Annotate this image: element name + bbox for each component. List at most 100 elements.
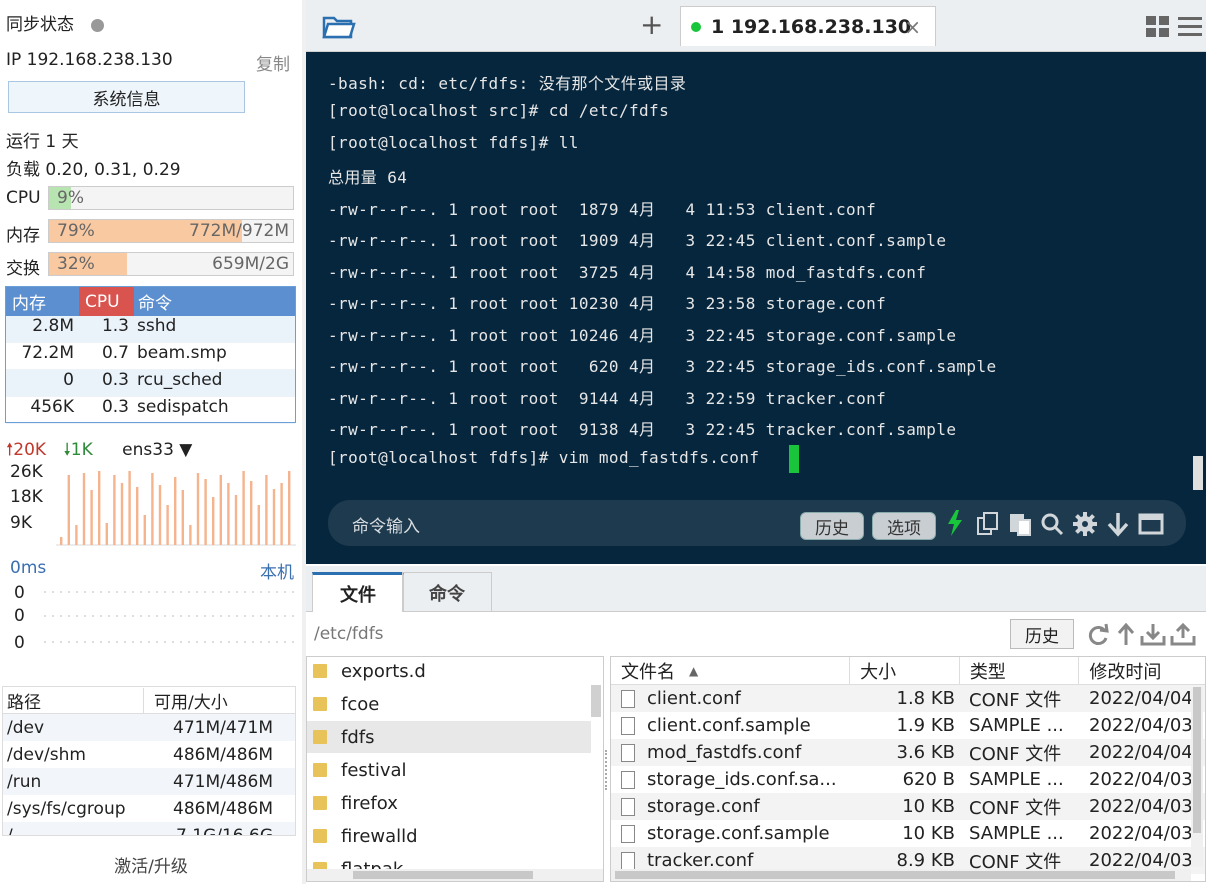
terminal-line: -rw-r--r--. 1 root root 10246 4月 3 22:45…	[328, 326, 957, 345]
col-cpu[interactable]: CPU	[79, 287, 134, 316]
proc-cmd: sedispatch	[137, 397, 229, 417]
col-modified[interactable]: 修改时间	[1079, 657, 1205, 684]
file-row[interactable]: storage.conf 10 KB CONF 文件 2022/04/03	[611, 793, 1205, 820]
network-traffic-chart	[56, 471, 296, 546]
table-row[interactable]: 456K 0.3 sedispatch	[6, 397, 295, 424]
file-vscroll-thumb[interactable]	[1193, 687, 1201, 833]
copy-icon[interactable]	[976, 512, 1000, 536]
tree-hscrollbar[interactable]	[307, 869, 603, 881]
terminal-scrollbar[interactable]	[1193, 456, 1203, 490]
traffic-bar	[75, 525, 78, 545]
arrow-up-icon[interactable]	[1116, 623, 1136, 647]
command-input-placeholder[interactable]: 命令输入	[352, 512, 420, 537]
new-tab-button[interactable]: +	[640, 8, 663, 41]
close-icon[interactable]: ×	[904, 15, 921, 39]
history-button[interactable]: 历史	[800, 512, 864, 540]
upload-rate: 20K	[13, 440, 47, 460]
file-date: 2022/04/04	[1089, 742, 1191, 763]
table-row[interactable]: /dev/shm 486M/486M	[3, 741, 295, 768]
terminal-line: -rw-r--r--. 1 root root 10230 4月 3 23:58…	[328, 294, 887, 313]
col-cmd[interactable]: 命令	[134, 287, 295, 316]
tree-node-label: fdfs	[341, 726, 375, 748]
refresh-icon[interactable]	[1086, 623, 1110, 647]
file-row[interactable]: client.conf 1.8 KB CONF 文件 2022/04/04	[611, 685, 1205, 712]
window-icon[interactable]	[1138, 513, 1164, 535]
iface-select[interactable]: ens33 ▼	[122, 440, 192, 460]
current-path[interactable]: /etc/fdfs	[314, 624, 384, 644]
upload-icon[interactable]	[1170, 622, 1196, 648]
network-bars	[60, 471, 291, 545]
latency-host[interactable]: 本机	[260, 558, 294, 583]
table-row[interactable]: 0 0.3 rcu_sched	[6, 370, 295, 397]
file-type: SAMPLE ...	[969, 715, 1064, 736]
file-row[interactable]: mod_fastdfs.conf 3.6 KB CONF 文件 2022/04/04	[611, 739, 1205, 766]
tree-node-selected[interactable]: fdfs	[307, 721, 591, 753]
process-table-header: 内存 CPU 命令	[6, 287, 295, 316]
col-filename[interactable]: 文件名 ▲	[611, 657, 851, 684]
tab-commands[interactable]: 命令	[402, 572, 492, 612]
file-vscrollbar[interactable]	[1191, 687, 1203, 867]
download-arrow-icon: 🠗	[63, 440, 71, 460]
file-row[interactable]: storage_ids.conf.sa... 620 B SAMPLE ... 202…	[611, 766, 1205, 793]
disk-path: /dev/shm	[7, 744, 86, 765]
lightning-icon[interactable]	[946, 510, 964, 536]
file-row[interactable]: storage.conf.sample 10 KB SAMPLE ... 2022/0…	[611, 820, 1205, 847]
menu-icon[interactable]	[1178, 16, 1202, 38]
table-row[interactable]: 72.2M 0.7 beam.smp	[6, 343, 295, 370]
col-type[interactable]: 类型	[960, 657, 1080, 684]
table-row[interactable]: 2.8M 1.3 sshd	[6, 316, 295, 343]
disk-path: /	[7, 825, 13, 836]
file-hscrollbar[interactable]	[611, 869, 1191, 881]
col-size[interactable]: 大小	[850, 657, 960, 684]
latency-val-1: 0	[14, 583, 25, 603]
download-icon[interactable]	[1140, 622, 1166, 648]
col-path[interactable]: 路径	[3, 688, 143, 713]
traffic-bar	[151, 473, 154, 545]
tab-session-1[interactable]: 1 192.168.238.130 ×	[680, 6, 936, 46]
gear-icon[interactable]	[1072, 511, 1098, 537]
file-size: 10 KB	[902, 796, 955, 817]
folder-open-icon[interactable]	[322, 12, 356, 40]
terminal-line: -rw-r--r--. 1 root root 1879 4月 4 11:53 …	[328, 200, 877, 219]
tree-node[interactable]: festival	[313, 754, 407, 786]
folder-icon	[313, 796, 327, 810]
tree-node[interactable]: fcoe	[313, 688, 379, 720]
table-row[interactable]: / 7.1G/16.6G	[3, 822, 295, 836]
path-history-button[interactable]: 历史	[1010, 619, 1074, 649]
traffic-bar	[143, 515, 146, 545]
col-size[interactable]: 可用/大小	[143, 687, 277, 713]
tree-hscroll-thumb[interactable]	[353, 871, 533, 879]
activate-upgrade-link[interactable]: 激活/升级	[0, 852, 302, 877]
paste-icon[interactable]	[1008, 512, 1032, 536]
proc-cpu: 0.3	[101, 370, 129, 390]
tree-node[interactable]: firewalld	[313, 820, 418, 852]
sync-status[interactable]: 同步状态	[6, 10, 105, 35]
file-row[interactable]: client.conf.sample 1.9 KB SAMPLE ... 2022/0…	[611, 712, 1205, 739]
tree-node[interactable]: exports.d	[313, 657, 426, 687]
copy-link[interactable]: 复制	[256, 50, 290, 75]
table-row[interactable]: /run 471M/486M	[3, 768, 295, 795]
search-icon[interactable]	[1040, 512, 1064, 536]
latency-val-2: 0	[14, 606, 25, 626]
col-mem[interactable]: 内存	[6, 287, 79, 316]
layout-grid-icon[interactable]	[1146, 16, 1170, 38]
traffic-bar	[181, 490, 184, 545]
file-name: storage.conf	[647, 796, 760, 817]
tree-vscroll-thumb[interactable]	[591, 685, 601, 717]
options-button[interactable]: 选项	[872, 512, 936, 540]
traffic-bar	[128, 471, 131, 545]
file-hscroll-thumb[interactable]	[615, 871, 1175, 879]
terminal[interactable]: -bash: cd: etc/fdfs: 没有那个文件或目录 [root@loc…	[306, 52, 1206, 564]
traffic-bar	[60, 537, 63, 545]
tab-files[interactable]: 文件	[312, 572, 404, 612]
tree-node[interactable]: firefox	[313, 787, 398, 819]
traffic-bar	[250, 481, 253, 545]
proc-cmd: beam.smp	[137, 343, 227, 363]
system-info-button[interactable]: 系统信息	[8, 81, 245, 113]
table-row[interactable]: /dev 471M/471M	[3, 714, 295, 741]
folder-icon	[313, 829, 327, 843]
table-row[interactable]: /sys/fs/cgroup 486M/486M	[3, 795, 295, 822]
arrow-down-icon[interactable]	[1106, 511, 1130, 537]
pane-splitter[interactable]	[605, 750, 609, 790]
command-input-bar[interactable]: 命令输入 历史 选项	[328, 500, 1186, 546]
